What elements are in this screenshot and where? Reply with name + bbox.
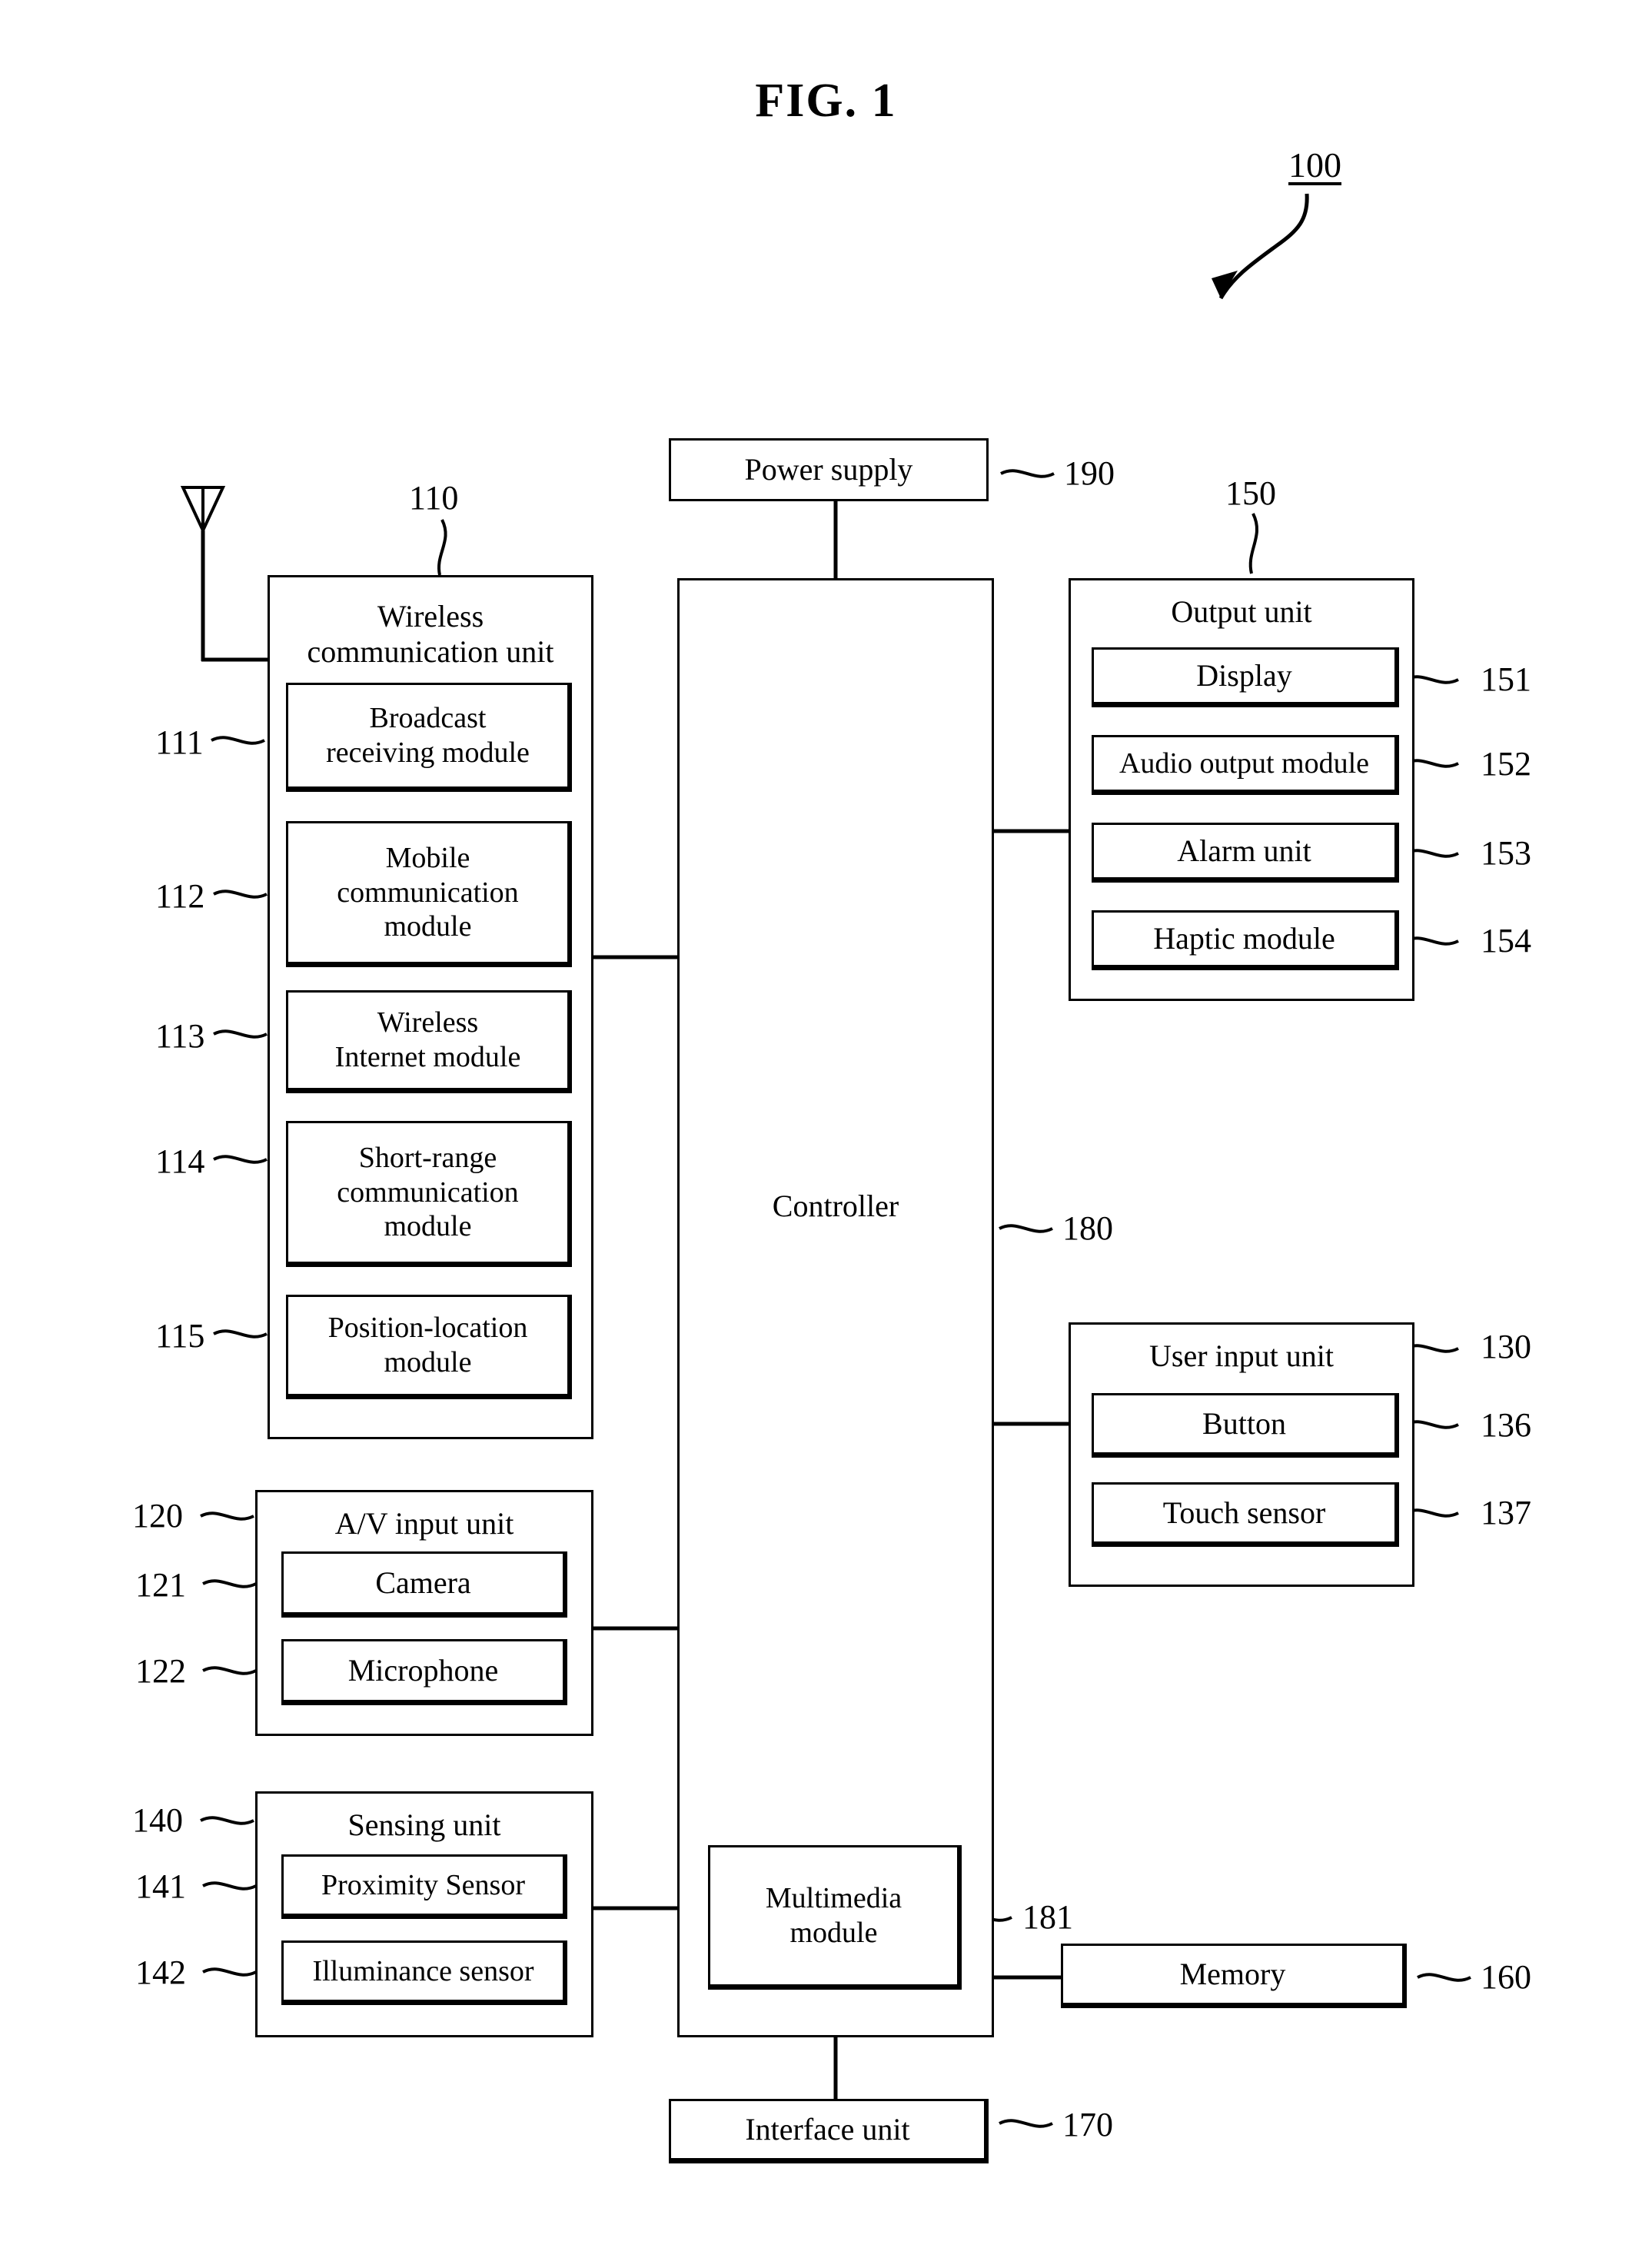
ref-122: 122 bbox=[135, 1652, 186, 1690]
ref-141: 141 bbox=[135, 1867, 186, 1905]
device-reference-100: 100 bbox=[1288, 145, 1341, 185]
antenna-icon bbox=[180, 486, 226, 534]
memory-block: Memory bbox=[1061, 1944, 1407, 2008]
audio-output-module-label: Audio output module bbox=[1119, 747, 1370, 780]
broadcast-receiving-module-line1: Broadcast bbox=[369, 702, 487, 735]
ref-111: 111 bbox=[155, 723, 204, 761]
touch-sensor-block: Touch sensor bbox=[1092, 1482, 1399, 1547]
multimedia-module-label-line2: module bbox=[789, 1917, 878, 1949]
interface-unit-label: Interface unit bbox=[745, 2112, 910, 2147]
controller-block: Controller bbox=[677, 578, 994, 2037]
haptic-module-block: Haptic module bbox=[1092, 910, 1399, 970]
figure-title: FIG. 1 bbox=[755, 75, 897, 127]
power-supply-label: Power supply bbox=[744, 452, 913, 487]
ref-150: 150 bbox=[1225, 474, 1276, 512]
position-location-module-line1: Position-location bbox=[327, 1312, 528, 1345]
position-location-module-block: Position-location module bbox=[286, 1295, 572, 1399]
sensing-unit-title: Sensing unit bbox=[347, 1807, 501, 1842]
microphone-block: Microphone bbox=[281, 1639, 567, 1705]
alarm-unit-label: Alarm unit bbox=[1177, 833, 1311, 869]
ref-181: 181 bbox=[1022, 1898, 1073, 1936]
ref-142: 142 bbox=[135, 1954, 186, 1991]
interface-unit-block: Interface unit bbox=[669, 2099, 989, 2163]
ref-190: 190 bbox=[1064, 454, 1115, 492]
ref-140: 140 bbox=[132, 1801, 183, 1839]
ref-151: 151 bbox=[1481, 660, 1531, 698]
wireless-unit-title-line1: Wireless bbox=[377, 599, 484, 634]
ref-110: 110 bbox=[409, 479, 459, 517]
audio-output-module-block: Audio output module bbox=[1092, 735, 1399, 795]
av-input-unit-title: A/V input unit bbox=[334, 1506, 514, 1541]
ref-160: 160 bbox=[1481, 1958, 1531, 1996]
multimedia-module-label-line1: Multimedia bbox=[765, 1882, 902, 1915]
mobile-communication-module-line1: Mobile bbox=[385, 841, 470, 874]
button-label: Button bbox=[1202, 1406, 1286, 1442]
display-label: Display bbox=[1196, 658, 1292, 693]
ref-115: 115 bbox=[155, 1317, 205, 1355]
haptic-module-label: Haptic module bbox=[1153, 921, 1335, 956]
mobile-communication-module-line2: communication bbox=[337, 876, 519, 909]
short-range-communication-module-line3: module bbox=[384, 1210, 472, 1243]
controller-label: Controller bbox=[772, 1189, 899, 1223]
multimedia-module-block: Multimedia module bbox=[708, 1845, 962, 1990]
short-range-communication-module-line2: communication bbox=[337, 1176, 519, 1209]
ref-120: 120 bbox=[132, 1497, 183, 1535]
wireless-unit-title-line2: communication unit bbox=[307, 634, 554, 669]
position-location-module-line2: module bbox=[384, 1346, 472, 1378]
camera-label: Camera bbox=[375, 1565, 471, 1601]
microphone-label: Microphone bbox=[347, 1653, 499, 1688]
ref-170: 170 bbox=[1062, 2106, 1113, 2143]
button-block: Button bbox=[1092, 1393, 1399, 1458]
wireless-internet-module-line2: Internet module bbox=[334, 1041, 521, 1073]
ref-180: 180 bbox=[1062, 1209, 1113, 1247]
short-range-communication-module-block: Short-range communication module bbox=[286, 1121, 572, 1267]
ref-136: 136 bbox=[1481, 1406, 1531, 1444]
illuminance-sensor-block: Illuminance sensor bbox=[281, 1940, 567, 2005]
output-unit-title: Output unit bbox=[1171, 594, 1312, 629]
alarm-unit-block: Alarm unit bbox=[1092, 823, 1399, 883]
mobile-communication-module-line3: module bbox=[384, 910, 472, 943]
ref-113: 113 bbox=[155, 1017, 205, 1055]
memory-label: Memory bbox=[1179, 1957, 1286, 1992]
ref-137: 137 bbox=[1481, 1494, 1531, 1531]
broadcast-receiving-module-line2: receiving module bbox=[326, 737, 530, 769]
curved-arrow-icon bbox=[1218, 193, 1309, 300]
ref-114: 114 bbox=[155, 1142, 205, 1180]
proximity-sensor-label: Proximity Sensor bbox=[321, 1868, 525, 1901]
ref-152: 152 bbox=[1481, 745, 1531, 783]
illuminance-sensor-label: Illuminance sensor bbox=[312, 1954, 534, 1987]
display-block: Display bbox=[1092, 647, 1399, 707]
short-range-communication-module-line1: Short-range bbox=[358, 1141, 497, 1174]
touch-sensor-label: Touch sensor bbox=[1162, 1495, 1326, 1531]
ref-154: 154 bbox=[1481, 922, 1531, 959]
wireless-internet-module-block: Wireless Internet module bbox=[286, 990, 572, 1093]
mobile-communication-module-block: Mobile communication module bbox=[286, 821, 572, 967]
proximity-sensor-block: Proximity Sensor bbox=[281, 1854, 567, 1919]
ref-121: 121 bbox=[135, 1566, 186, 1604]
ref-130: 130 bbox=[1481, 1328, 1531, 1365]
ref-153: 153 bbox=[1481, 834, 1531, 872]
power-supply-block: Power supply bbox=[669, 438, 989, 501]
wireless-internet-module-line1: Wireless bbox=[377, 1006, 479, 1039]
broadcast-receiving-module-block: Broadcast receiving module bbox=[286, 683, 572, 792]
user-input-unit-title: User input unit bbox=[1149, 1339, 1334, 1373]
camera-block: Camera bbox=[281, 1551, 567, 1618]
patent-figure-sheet: FIG. 1 100 Power supply 190 Controller 1… bbox=[0, 0, 1652, 2258]
ref-112: 112 bbox=[155, 877, 205, 915]
